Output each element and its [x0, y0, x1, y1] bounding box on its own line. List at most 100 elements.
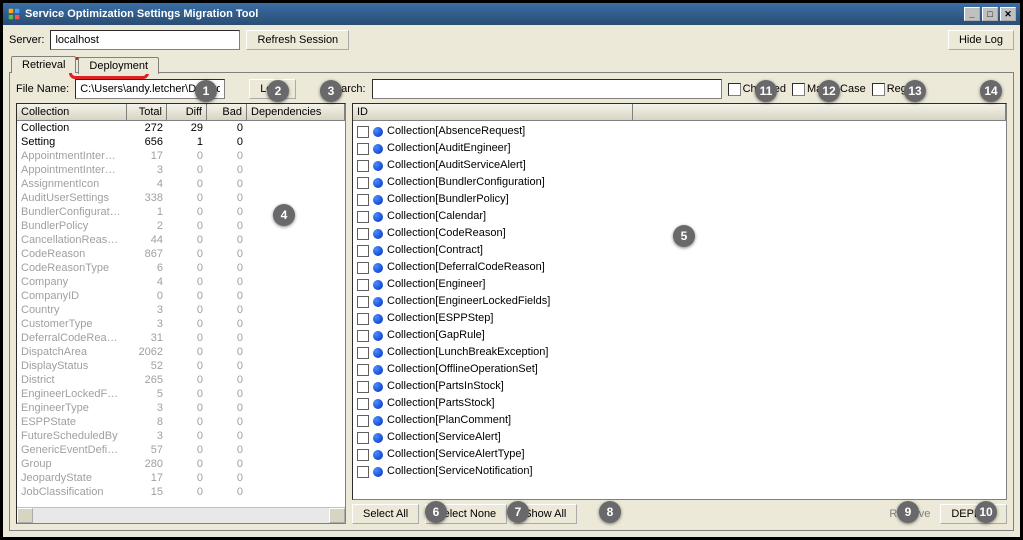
item-checkbox[interactable] — [357, 262, 369, 274]
list-item[interactable]: Collection[GapRule] — [357, 327, 1002, 344]
hide-log-button[interactable]: Hide Log — [948, 30, 1014, 50]
load-button[interactable]: Load — [249, 79, 295, 99]
col-bad[interactable]: Bad — [207, 104, 247, 120]
list-item[interactable]: Collection[ESPPStep] — [357, 310, 1002, 327]
list-item[interactable]: Collection[OfflineOperationSet] — [357, 361, 1002, 378]
item-checkbox[interactable] — [357, 143, 369, 155]
item-checkbox[interactable] — [357, 313, 369, 325]
table-row[interactable]: AppointmentInter…300 — [17, 163, 345, 177]
item-checkbox[interactable] — [357, 330, 369, 342]
table-row[interactable]: AssignmentIcon400 — [17, 177, 345, 191]
item-checkbox[interactable] — [357, 194, 369, 206]
col-total[interactable]: Total — [127, 104, 167, 120]
table-row[interactable]: DispatchArea206200 — [17, 345, 345, 359]
col-diff[interactable]: Diff — [167, 104, 207, 120]
table-row[interactable]: CompanyID000 — [17, 289, 345, 303]
item-checkbox[interactable] — [357, 160, 369, 172]
item-label: Collection[DeferralCodeReason] — [387, 259, 545, 276]
item-checkbox[interactable] — [357, 398, 369, 410]
table-row[interactable]: EngineerType300 — [17, 401, 345, 415]
list-item[interactable]: Collection[Engineer] — [357, 276, 1002, 293]
item-checkbox[interactable] — [357, 347, 369, 359]
item-checkbox[interactable] — [357, 228, 369, 240]
titlebar: Service Optimization Settings Migration … — [3, 3, 1020, 25]
deploy-button[interactable]: DEPLOY — [940, 504, 1007, 524]
item-checkbox[interactable] — [357, 449, 369, 461]
item-checkbox[interactable] — [357, 415, 369, 427]
col-collection[interactable]: Collection — [17, 104, 127, 120]
maximize-button[interactable]: □ — [982, 7, 998, 21]
table-row[interactable]: DisplayStatus5200 — [17, 359, 345, 373]
list-item[interactable]: Collection[ServiceAlertType] — [357, 446, 1002, 463]
list-item[interactable]: Collection[BundlerPolicy] — [357, 191, 1002, 208]
list-item[interactable]: Collection[PlanComment] — [357, 412, 1002, 429]
item-checkbox[interactable] — [357, 177, 369, 189]
regex-checkbox[interactable]: Regex — [872, 83, 919, 96]
left-hscrollbar[interactable] — [17, 507, 345, 523]
table-row[interactable]: JeopardyState1700 — [17, 471, 345, 485]
table-row[interactable]: JobClassification1500 — [17, 485, 345, 499]
item-checkbox[interactable] — [357, 126, 369, 138]
table-row[interactable]: Collection272290 — [17, 121, 345, 135]
server-input[interactable] — [50, 30, 240, 50]
table-row[interactable]: Setting65610 — [17, 135, 345, 149]
table-row[interactable]: ESPPState800 — [17, 415, 345, 429]
checked-checkbox[interactable]: Checked — [728, 83, 786, 96]
list-item[interactable]: Collection[AbsenceRequest] — [357, 123, 1002, 140]
table-row[interactable]: BundlerConfigurati…100 — [17, 205, 345, 219]
list-item[interactable]: Collection[Calendar] — [357, 208, 1002, 225]
table-row[interactable]: CodeReason86700 — [17, 247, 345, 261]
list-item[interactable]: Collection[ServiceAlert] — [357, 429, 1002, 446]
list-item[interactable]: Collection[Contract] — [357, 242, 1002, 259]
status-dot-icon — [373, 144, 383, 154]
table-row[interactable]: CancellationReas…4400 — [17, 233, 345, 247]
table-row[interactable]: Country300 — [17, 303, 345, 317]
col-id[interactable]: ID — [353, 104, 633, 120]
list-item[interactable]: Collection[CodeReason] — [357, 225, 1002, 242]
list-item[interactable]: Collection[LunchBreakException] — [357, 344, 1002, 361]
table-row[interactable]: AppointmentInter…1700 — [17, 149, 345, 163]
table-row[interactable]: EngineerLockedF…500 — [17, 387, 345, 401]
list-item[interactable]: Collection[AuditServiceAlert] — [357, 157, 1002, 174]
select-all-button[interactable]: Select All — [352, 504, 419, 524]
matchcase-checkbox[interactable]: Match Case — [792, 83, 866, 96]
table-row[interactable]: GenericEventDefi…5700 — [17, 443, 345, 457]
table-row[interactable]: AuditUserSettings33800 — [17, 191, 345, 205]
table-row[interactable]: CustomerType300 — [17, 317, 345, 331]
select-none-button[interactable]: Select None — [425, 504, 507, 524]
close-button[interactable]: ✕ — [1000, 7, 1016, 21]
minimize-button[interactable]: _ — [964, 7, 980, 21]
table-row[interactable]: BundlerPolicy200 — [17, 219, 345, 233]
item-checkbox[interactable] — [357, 432, 369, 444]
filename-input[interactable] — [75, 79, 225, 99]
item-checkbox[interactable] — [357, 245, 369, 257]
list-item[interactable]: Collection[PartsInStock] — [357, 378, 1002, 395]
table-row[interactable]: District26500 — [17, 373, 345, 387]
tab-deployment[interactable]: Deployment — [78, 57, 159, 74]
show-all-button[interactable]: Show All — [513, 504, 577, 524]
app-icon — [7, 7, 21, 21]
list-item[interactable]: Collection[BundlerConfiguration] — [357, 174, 1002, 191]
status-dot-icon — [373, 314, 383, 324]
table-row[interactable]: DeferralCodeRea…3100 — [17, 331, 345, 345]
table-row[interactable]: CodeReasonType600 — [17, 261, 345, 275]
item-checkbox[interactable] — [357, 364, 369, 376]
status-dot-icon — [373, 263, 383, 273]
item-checkbox[interactable] — [357, 211, 369, 223]
list-item[interactable]: Collection[AuditEngineer] — [357, 140, 1002, 157]
table-row[interactable]: FutureScheduledBy300 — [17, 429, 345, 443]
list-item[interactable]: Collection[DeferralCodeReason] — [357, 259, 1002, 276]
item-checkbox[interactable] — [357, 381, 369, 393]
list-item[interactable]: Collection[ServiceNotification] — [357, 463, 1002, 480]
refresh-session-button[interactable]: Refresh Session — [246, 30, 349, 50]
table-row[interactable]: Company400 — [17, 275, 345, 289]
col-dependencies[interactable]: Dependencies — [247, 104, 345, 120]
tab-retrieval[interactable]: Retrieval — [11, 56, 76, 73]
search-input[interactable] — [372, 79, 722, 99]
list-item[interactable]: Collection[EngineerLockedFields] — [357, 293, 1002, 310]
item-checkbox[interactable] — [357, 466, 369, 478]
table-row[interactable]: Group28000 — [17, 457, 345, 471]
item-checkbox[interactable] — [357, 296, 369, 308]
list-item[interactable]: Collection[PartsStock] — [357, 395, 1002, 412]
item-checkbox[interactable] — [357, 279, 369, 291]
